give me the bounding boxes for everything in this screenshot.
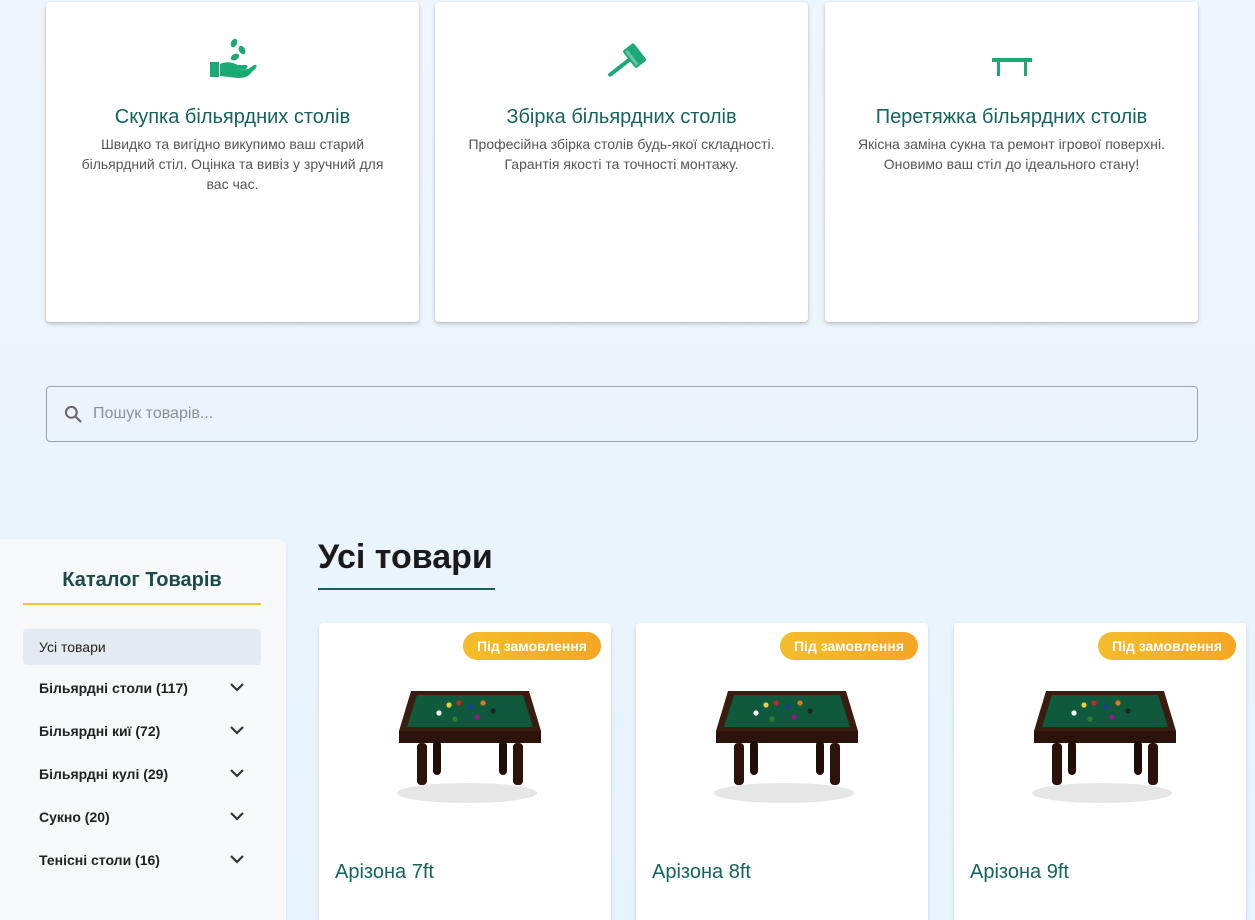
service-title: Скупка більярдних столів — [114, 106, 351, 128]
sidebar-item-label: Більярдні столи (117) — [39, 680, 188, 696]
search-icon — [64, 405, 82, 423]
service-card-assembly[interactable]: Збірка більярдних столів Професійна збір… — [435, 2, 808, 322]
catalog-sidebar: Каталог Товарів Усі товари Більярдні сто… — [0, 539, 286, 920]
hand-seeds-icon — [209, 38, 257, 78]
chevron-down-icon[interactable] — [225, 719, 249, 743]
sidebar-item-label: Більярдні кулі (29) — [39, 766, 169, 782]
sidebar-item-label: Тенісні столи (16) — [39, 852, 160, 868]
service-card-reupholstery[interactable]: Перетяжка більярдних столів Якісна замін… — [825, 2, 1198, 322]
sidebar-item-tennis-tables[interactable]: Тенісні столи (16) — [39, 848, 249, 872]
chevron-down-icon[interactable] — [225, 848, 249, 872]
status-badge: Під замовлення — [462, 632, 601, 660]
service-title: Перетяжка більярдних столів — [875, 106, 1148, 128]
sidebar-item-label: Сукно (20) — [39, 809, 110, 825]
service-card-buyout[interactable]: Скупка більярдних столів Швидко та вигід… — [46, 2, 419, 322]
page-title-underline — [318, 588, 495, 590]
product-name[interactable]: Арізона 8ft — [652, 861, 751, 884]
sidebar-title-underline — [23, 603, 261, 605]
sidebar-item-balls[interactable]: Більярдні кулі (29) — [39, 762, 249, 786]
services-section: Скупка більярдних столів Швидко та вигід… — [46, 2, 1198, 322]
service-description: Швидко та вигідно викупимо ваш старий бі… — [81, 136, 384, 192]
status-badge: Під замовлення — [779, 632, 918, 660]
chevron-down-icon[interactable] — [225, 676, 249, 700]
sidebar-item-label: Більярдні киї (72) — [39, 723, 161, 739]
service-description: Професійна збірка столів будь-якої склад… — [468, 136, 775, 172]
product-name[interactable]: Арізона 7ft — [335, 861, 434, 884]
billiard-table-image[interactable] — [994, 675, 1204, 815]
table-icon — [991, 58, 1032, 76]
chevron-down-icon[interactable] — [225, 762, 249, 786]
hammer-icon — [607, 43, 646, 77]
chevron-down-icon[interactable] — [225, 805, 249, 829]
product-name[interactable]: Арізона 9ft — [970, 861, 1069, 884]
sidebar-title: Каталог Товарів — [62, 569, 222, 591]
service-title: Збірка більярдних столів — [506, 106, 737, 128]
sidebar-item-cues[interactable]: Більярдні киї (72) — [39, 719, 249, 743]
product-card[interactable]: Під замовлення Арізона 9ft — [954, 623, 1246, 920]
sidebar-item-all[interactable]: Усі товари — [23, 629, 261, 665]
service-description: Якісна заміна сукна та ремонт ігрової по… — [857, 136, 1165, 172]
billiard-table-image[interactable] — [359, 675, 569, 815]
product-card[interactable]: Під замовлення Арізона 7ft — [319, 623, 611, 920]
product-search[interactable] — [46, 386, 1198, 442]
product-card[interactable]: Під замовлення Арізона 8ft — [636, 623, 928, 920]
billiard-table-image[interactable] — [676, 675, 886, 815]
sidebar-item-cloth[interactable]: Сукно (20) — [39, 805, 249, 829]
page-title: Усі товари — [318, 538, 493, 576]
status-badge: Під замовлення — [1097, 632, 1236, 660]
sidebar-item-billiard-tables[interactable]: Більярдні столи (117) — [39, 676, 249, 700]
search-input[interactable] — [93, 405, 1197, 423]
